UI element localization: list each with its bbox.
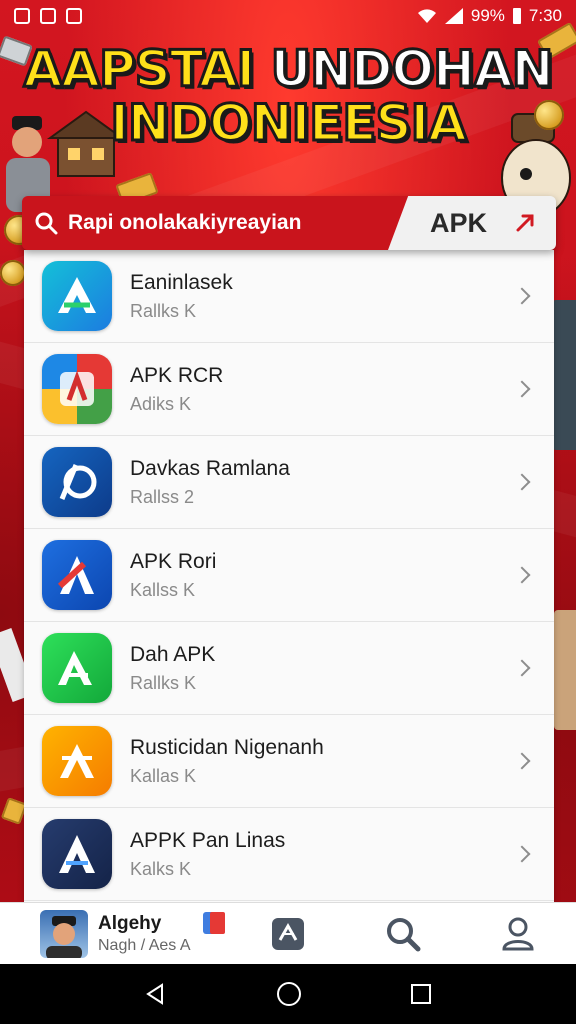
app-name: Dah APK <box>130 642 216 666</box>
notification-icons <box>14 8 82 24</box>
search-query: Rapi onolakakiyreayian <box>68 211 302 234</box>
list-item[interactable]: Eaninlasek Rallks K <box>24 250 554 343</box>
signal-icon <box>444 8 463 24</box>
search-field[interactable]: Rapi onolakakiyreayian <box>22 196 408 250</box>
clock: 7:30 <box>528 6 562 25</box>
list-item[interactable]: APK Rori Kallss K <box>24 529 554 622</box>
chevron-right-icon <box>513 287 531 305</box>
status-bar: 99% 7:30 <box>0 0 576 32</box>
app-icon-multicolor <box>42 354 112 424</box>
profile-name: Algehy <box>98 912 162 934</box>
home-icon[interactable] <box>276 981 302 1007</box>
app-icon-green-a <box>42 633 112 703</box>
app-icon-blue-ab <box>42 447 112 517</box>
hero-title-yellow: AAPSTAI <box>22 40 257 98</box>
chevron-right-icon <box>513 659 531 677</box>
hero-title-white: UNDOHAN <box>269 40 555 98</box>
hero-title: AAPSTAI UNDOHAN INDONIEESIA <box>0 43 576 152</box>
list-item[interactable]: APK RCR Adiks K <box>24 343 554 436</box>
apk-filter-button[interactable]: APK <box>388 196 556 250</box>
app-subtitle: Rallks K <box>130 672 197 693</box>
book-illustration-2 <box>554 610 576 730</box>
app-icon-green-a <box>42 261 112 331</box>
nav-apps-button[interactable] <box>230 903 345 964</box>
app-name: Rusticidan Nigenanh <box>130 735 324 759</box>
profile-card[interactable]: Algehy Nagh / Aes A <box>0 909 230 958</box>
app-icon-blue-red-a <box>42 540 112 610</box>
app-subtitle: Rallks K <box>130 300 197 321</box>
app-subtitle: Kallss K <box>130 579 196 600</box>
profile-subtitle: Nagh / Aes A <box>98 936 191 954</box>
chevron-right-icon <box>513 473 531 491</box>
app-list: Eaninlasek Rallks K APK RCR Adiks K Davk… <box>24 250 554 902</box>
nav-search-button[interactable] <box>345 903 460 964</box>
app-subtitle: Kallas K <box>130 765 197 786</box>
notification-icon <box>66 8 82 24</box>
list-item[interactable]: APPK Pan Linas Kalks K <box>24 808 554 901</box>
hero-title-line2: INDONIEESIA <box>109 94 469 152</box>
list-item[interactable]: Rusticidan Nigenanh Kallas K <box>24 715 554 808</box>
search-icon <box>386 917 421 951</box>
chevron-right-icon <box>513 566 531 584</box>
notification-icon <box>14 8 30 24</box>
app-name: APPK Pan Linas <box>130 828 286 852</box>
recents-icon[interactable] <box>410 983 432 1005</box>
profile-icon <box>502 917 534 950</box>
notification-icon <box>40 8 56 24</box>
avatar <box>40 909 88 958</box>
back-icon[interactable] <box>144 982 168 1006</box>
arrow-icon <box>516 214 534 232</box>
book-icon <box>202 911 225 934</box>
list-item[interactable]: Dah APK Rallks K <box>24 622 554 715</box>
chevron-right-icon <box>513 380 531 398</box>
list-item[interactable]: Davkas Ramlana Rallss 2 <box>24 436 554 529</box>
bottom-nav: Algehy Nagh / Aes A <box>0 902 576 964</box>
apps-icon <box>271 917 304 950</box>
book-illustration <box>552 300 576 450</box>
app-icon-navy-a <box>42 819 112 889</box>
nav-profile-button[interactable] <box>461 903 576 964</box>
search-bar[interactable]: Rapi onolakakiyreayian APK <box>22 196 556 250</box>
chevron-right-icon <box>513 752 531 770</box>
app-subtitle: Adiks K <box>130 393 192 414</box>
app-name: APK Rori <box>130 549 217 573</box>
app-icon-orange-a <box>42 726 112 796</box>
battery-icon <box>512 8 521 24</box>
app-name: Eaninlasek <box>130 270 233 294</box>
battery-percent: 99% <box>470 6 505 25</box>
apk-filter-label: APK <box>430 207 488 238</box>
app-subtitle: Rallss 2 <box>130 486 195 507</box>
app-subtitle: Kalks K <box>130 858 192 879</box>
search-icon <box>35 212 58 235</box>
wifi-icon <box>417 9 436 23</box>
app-name: APK RCR <box>130 363 224 387</box>
system-nav-bar <box>0 964 576 1024</box>
app-name: Davkas Ramlana <box>130 456 290 480</box>
chevron-right-icon <box>513 845 531 863</box>
